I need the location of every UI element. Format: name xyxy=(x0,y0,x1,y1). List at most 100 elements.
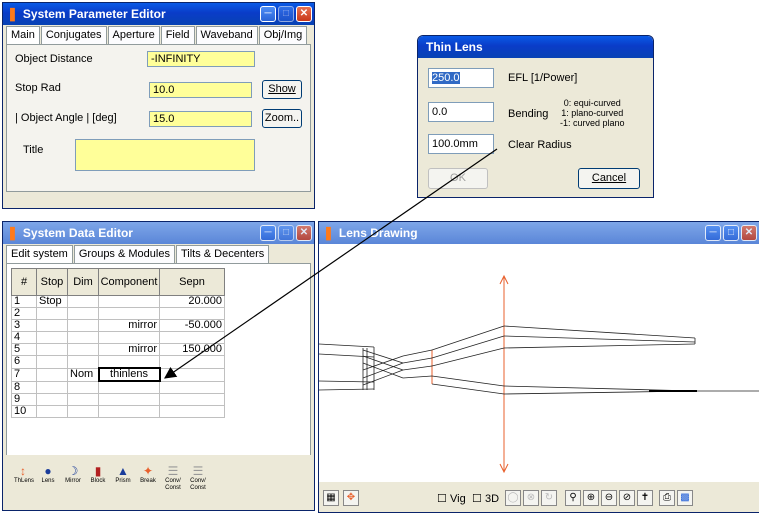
cell-sepn[interactable] xyxy=(159,331,225,344)
rotate-icon[interactable]: ↻ xyxy=(541,490,557,506)
thin-lens-icon[interactable]: ↕ ThLens xyxy=(14,465,34,485)
printer-icon[interactable]: ⎙ xyxy=(659,490,675,506)
lens-icon[interactable]: ● Lens xyxy=(39,465,57,485)
cell-component[interactable]: mirror xyxy=(98,343,160,356)
zoom-out-icon[interactable]: ⊖ xyxy=(601,490,617,506)
tab-conjugates[interactable]: Conjugates xyxy=(40,26,107,45)
cell-dim[interactable] xyxy=(67,355,99,369)
lens-drawing-title-bar[interactable]: ❚ Lens Drawing ─ □ ✕ xyxy=(319,222,759,244)
cell-num[interactable]: 4 xyxy=(11,331,37,344)
cell-dim[interactable] xyxy=(67,295,99,308)
block-icon[interactable]: ▮ Block xyxy=(89,465,107,485)
tab-obj-img[interactable]: Obj/Img xyxy=(258,26,308,45)
ok-button[interactable]: OK xyxy=(428,168,488,189)
maximize-icon[interactable]: □ xyxy=(723,225,739,241)
table-row[interactable]: 10 xyxy=(11,405,225,418)
tab-field[interactable]: Field xyxy=(160,26,195,45)
cell-component[interactable] xyxy=(98,295,160,308)
cell-sepn[interactable] xyxy=(159,405,225,418)
close-icon[interactable]: ✕ xyxy=(296,6,312,22)
cell-dim[interactable]: Nom xyxy=(67,367,99,382)
print-preview-icon[interactable]: ▦ xyxy=(323,490,339,506)
table-row[interactable]: 7 Nom thinlens xyxy=(11,367,225,382)
close-icon[interactable]: ✕ xyxy=(741,225,757,241)
threed-checkbox[interactable]: ☐ xyxy=(472,492,482,505)
cell-stop[interactable] xyxy=(36,331,68,344)
cell-stop[interactable] xyxy=(36,307,68,320)
cell-stop[interactable] xyxy=(36,343,68,356)
cell-stop[interactable] xyxy=(36,355,68,369)
table-row[interactable]: 8 xyxy=(11,380,225,394)
cell-stop[interactable] xyxy=(36,405,68,418)
table-row[interactable]: 9 xyxy=(11,393,225,406)
table-row[interactable]: 5 mirror 150.000 xyxy=(11,343,225,356)
object-angle-field[interactable]: 15.0 xyxy=(149,111,252,127)
cell-component[interactable]: mirror xyxy=(98,319,160,332)
maximize-icon[interactable]: □ xyxy=(278,6,294,22)
cell-sepn[interactable] xyxy=(159,307,225,320)
copy-image-icon[interactable]: ▩ xyxy=(677,490,693,506)
minimize-icon[interactable]: ─ xyxy=(260,225,276,241)
cell-stop[interactable] xyxy=(36,367,68,382)
maximize-icon[interactable]: □ xyxy=(278,225,294,241)
pan-icon[interactable]: ✝ xyxy=(637,490,653,506)
stop-rad-field[interactable]: 10.0 xyxy=(149,82,252,98)
cell-num[interactable]: 2 xyxy=(11,307,37,320)
app-tool-icon[interactable]: ✥ xyxy=(343,490,359,506)
prism-icon[interactable]: ▲ Prism xyxy=(114,465,132,485)
cell-dim[interactable] xyxy=(67,307,99,320)
cell-num[interactable]: 8 xyxy=(11,380,37,394)
cell-sepn[interactable]: -50.000 xyxy=(159,319,225,332)
title-field[interactable] xyxy=(75,139,255,171)
cell-sepn[interactable]: 20.000 xyxy=(159,295,225,308)
close-icon[interactable]: ✕ xyxy=(296,225,312,241)
cell-dim[interactable] xyxy=(67,331,99,344)
tab-tilts-decenters[interactable]: Tilts & Decenters xyxy=(175,245,270,264)
cell-sepn[interactable] xyxy=(159,367,225,382)
table-row[interactable]: 4 xyxy=(11,331,225,344)
cell-dim[interactable] xyxy=(67,405,99,418)
cell-stop[interactable] xyxy=(36,393,68,406)
cancel-button[interactable]: Cancel xyxy=(578,168,640,189)
spe-title-bar[interactable]: ❚ System Parameter Editor ─ □ ✕ xyxy=(3,3,314,25)
cell-sepn[interactable] xyxy=(159,355,225,369)
cell-num[interactable]: 3 xyxy=(11,319,37,332)
cancel-icon[interactable]: ⊗ xyxy=(523,490,539,506)
minimize-icon[interactable]: ─ xyxy=(260,6,276,22)
object-distance-field[interactable]: -INFINITY xyxy=(147,51,255,67)
zoom-fit-icon[interactable]: ⊘ xyxy=(619,490,635,506)
cell-component[interactable] xyxy=(98,331,160,344)
const-icon[interactable]: ☰ Conv/ Const xyxy=(189,465,207,492)
cell-component[interactable] xyxy=(98,405,160,418)
sde-title-bar[interactable]: ❚ System Data Editor ─ □ ✕ xyxy=(3,222,314,244)
show-button[interactable]: Show xyxy=(262,80,302,99)
lens-drawing-canvas[interactable] xyxy=(319,244,759,482)
clear-radius-input[interactable]: 100.0mm xyxy=(428,134,494,154)
cell-stop[interactable]: Stop xyxy=(36,295,68,308)
thin-lens-title-bar[interactable]: Thin Lens xyxy=(418,36,653,58)
bending-input[interactable]: 0.0 xyxy=(428,102,494,122)
zoom-window-icon[interactable]: ⚲ xyxy=(565,490,581,506)
minimize-icon[interactable]: ─ xyxy=(705,225,721,241)
efl-input[interactable]: 250.0 xyxy=(428,68,494,88)
cell-sepn[interactable] xyxy=(159,380,225,394)
zoom-in-icon[interactable]: ⊕ xyxy=(583,490,599,506)
vig-checkbox[interactable]: ☐ xyxy=(437,492,447,505)
stop-icon[interactable]: ◯ xyxy=(505,490,521,506)
table-row[interactable]: 6 xyxy=(11,355,225,369)
cell-sepn[interactable] xyxy=(159,393,225,406)
cell-component[interactable] xyxy=(98,355,160,369)
cell-component[interactable] xyxy=(98,307,160,320)
cell-dim[interactable] xyxy=(67,380,99,394)
cell-num[interactable]: 1 xyxy=(11,295,37,308)
cell-num[interactable]: 6 xyxy=(11,355,37,369)
table-row[interactable]: 3 mirror -50.000 xyxy=(11,319,225,332)
cell-stop[interactable] xyxy=(36,380,68,394)
cell-stop[interactable] xyxy=(36,319,68,332)
table-row[interactable]: 2 xyxy=(11,307,225,320)
tab-aperture[interactable]: Aperture xyxy=(107,26,160,45)
cell-component[interactable] xyxy=(98,380,160,394)
table-row[interactable]: 1 Stop 20.000 xyxy=(11,295,225,308)
tab-waveband[interactable]: Waveband xyxy=(195,26,258,45)
cell-component[interactable] xyxy=(98,393,160,406)
